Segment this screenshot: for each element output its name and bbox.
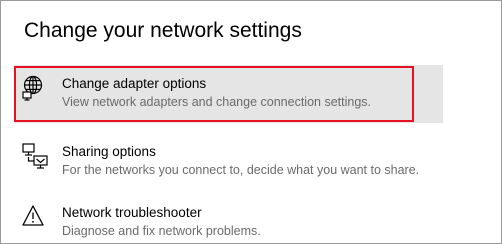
network-troubleshooter-link[interactable]: Network troubleshooter Diagnose and fix … bbox=[15, 194, 443, 243]
option-description: Diagnose and fix network problems. bbox=[62, 224, 261, 238]
network-adapter-globe-icon bbox=[22, 75, 46, 101]
option-title: Sharing options bbox=[62, 144, 156, 159]
option-title: Network troubleshooter bbox=[62, 205, 202, 220]
change-adapter-options-link[interactable]: Change adapter options View network adap… bbox=[15, 65, 443, 123]
option-description: View network adapters and change connect… bbox=[62, 95, 371, 109]
sharing-options-icon bbox=[22, 143, 48, 169]
network-settings-panel: Change your network settings Change adap… bbox=[0, 0, 502, 244]
warning-triangle-icon bbox=[22, 204, 46, 230]
option-description: For the networks you connect to, decide … bbox=[62, 163, 420, 177]
option-title: Change adapter options bbox=[62, 76, 207, 91]
page-title: Change your network settings bbox=[24, 19, 302, 42]
sharing-options-link[interactable]: Sharing options For the networks you con… bbox=[15, 133, 443, 191]
